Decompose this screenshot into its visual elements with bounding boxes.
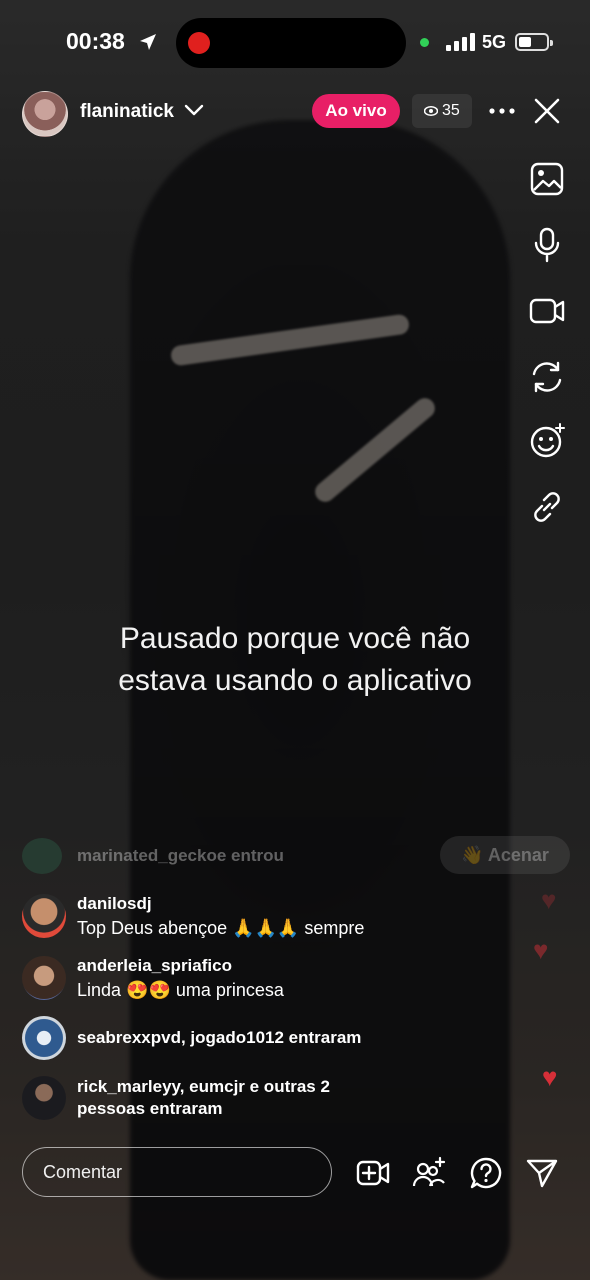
comment-username[interactable]: danilosdj xyxy=(77,894,152,914)
image-icon[interactable] xyxy=(528,160,566,198)
comment-text: Linda 😍😍 uma princesa xyxy=(77,980,284,1000)
join-notification-faded: marinated_geckoe entrou 👋 Acenar xyxy=(22,836,570,874)
live-badge: Ao vivo xyxy=(312,94,400,128)
host-avatar[interactable] xyxy=(22,91,68,137)
viewer-count[interactable]: 35 xyxy=(412,94,472,128)
join-text: rick_marleyy, eumcjr e outras 2 pessoas … xyxy=(77,1076,330,1120)
status-bar: 00:38 5G xyxy=(0,0,590,84)
link-icon[interactable] xyxy=(528,488,566,526)
network-type: 5G xyxy=(482,32,507,52)
viewer-count-value: 35 xyxy=(442,102,460,119)
wave-button[interactable]: 👋 Acenar xyxy=(440,836,570,874)
battery-icon xyxy=(515,33,553,51)
heart-reaction-icon: ♥ xyxy=(533,935,549,965)
avatar xyxy=(22,838,62,874)
add-video-guest-icon[interactable] xyxy=(356,1156,390,1190)
comment-text: Top Deus abençoe 🙏🙏🙏 sempre xyxy=(77,918,365,938)
flip-camera-icon[interactable] xyxy=(528,358,566,396)
join-text: seabrexxpvd, jogado1012 entraram xyxy=(77,1028,362,1047)
effects-face-icon[interactable] xyxy=(528,422,566,460)
chevron-down-icon[interactable] xyxy=(184,103,204,117)
join-notification: seabrexxpvd, jogado1012 entraram xyxy=(22,1016,442,1060)
avatar[interactable] xyxy=(22,894,66,938)
recording-indicator-icon xyxy=(188,32,210,54)
paused-message-line-2: estava usando o aplicativo xyxy=(118,664,472,697)
paused-message-line-1: Pausado porque você não xyxy=(119,622,471,655)
close-icon[interactable] xyxy=(532,96,562,126)
avatar[interactable] xyxy=(22,956,66,1000)
comment-username[interactable]: anderleia_spriafico xyxy=(77,956,232,976)
location-arrow-icon xyxy=(140,34,156,50)
share-send-icon[interactable] xyxy=(525,1156,559,1190)
invite-people-icon[interactable] xyxy=(412,1156,446,1190)
comment-placeholder: Comentar xyxy=(43,1162,123,1182)
eye-icon xyxy=(424,106,438,116)
avatar xyxy=(22,1016,66,1060)
paused-message: Pausado porque você não estava usando o … xyxy=(60,618,530,702)
question-icon[interactable] xyxy=(469,1156,503,1190)
video-camera-icon[interactable] xyxy=(528,292,566,330)
host-username[interactable]: flaninatick xyxy=(80,101,174,123)
comment-item[interactable]: anderleia_spriafico Linda 😍😍 uma princes… xyxy=(22,956,442,1006)
camera-in-use-indicator-icon xyxy=(420,38,429,47)
dynamic-island xyxy=(176,18,406,68)
avatar xyxy=(22,1076,66,1120)
comment-item[interactable]: danilosdj Top Deus abençoe 🙏🙏🙏 sempre xyxy=(22,894,442,944)
heart-reaction-icon: ♥ xyxy=(542,1062,558,1092)
comment-input[interactable]: Comentar xyxy=(22,1147,332,1197)
join-notification: rick_marleyy, eumcjr e outras 2 pessoas … xyxy=(22,1076,442,1124)
join-text-line-2: pessoas entraram xyxy=(77,1099,223,1118)
join-text-line-1: rick_marleyy, eumcjr e outras 2 xyxy=(77,1077,330,1096)
join-text: marinated_geckoe entrou xyxy=(77,846,284,865)
status-time: 00:38 xyxy=(66,28,125,54)
signal-bars-icon xyxy=(446,33,475,51)
heart-reaction-icon: ♥ xyxy=(541,885,557,915)
more-options-icon[interactable] xyxy=(488,104,516,118)
microphone-icon[interactable] xyxy=(528,226,566,264)
